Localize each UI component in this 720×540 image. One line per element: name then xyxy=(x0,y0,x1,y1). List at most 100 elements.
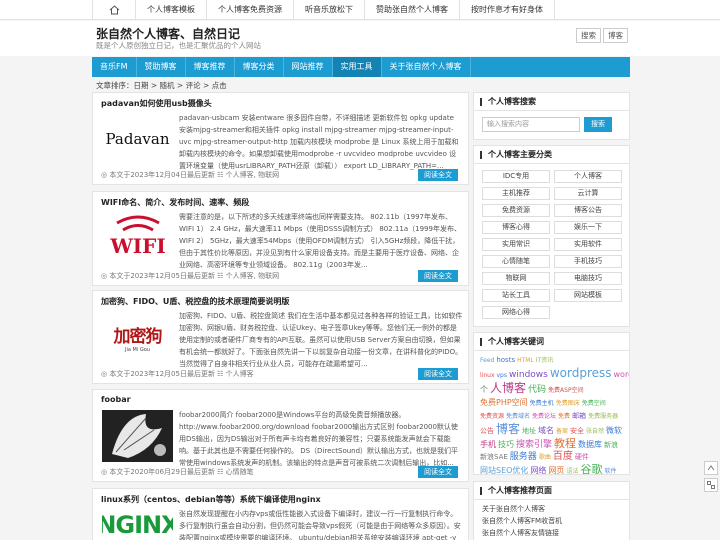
tag-link[interactable]: 免费资源 xyxy=(480,413,504,420)
tag-link[interactable]: IT资讯 xyxy=(536,357,553,364)
tag-link[interactable]: 域名 xyxy=(538,426,554,435)
tag-link[interactable]: 免费服务器 xyxy=(588,413,618,420)
tag-link[interactable]: 语法 xyxy=(566,468,578,474)
tag-link[interactable]: 免费PHP空间 xyxy=(480,398,528,407)
menu-item-about[interactable]: 关于张自然个人博客 xyxy=(382,57,471,77)
category-item[interactable]: 手机技巧 xyxy=(554,255,622,268)
tag-link[interactable]: wordpress插件 xyxy=(614,370,629,379)
category-item[interactable]: 心情随笔 xyxy=(482,255,550,268)
category-item[interactable]: 电脑技巧 xyxy=(554,272,622,285)
article-thumbnail[interactable]: NGINX xyxy=(102,509,173,540)
menu-item-music-fm[interactable]: 音乐FM xyxy=(92,57,137,77)
top-link-template[interactable]: 个人博客模板 xyxy=(136,0,207,20)
category-item[interactable]: 免费资源 xyxy=(482,204,550,217)
article-title[interactable]: linux系列（centos、debian等等）系统下编译使用nginx xyxy=(101,494,321,505)
category-item[interactable]: 娱乐一下 xyxy=(554,221,622,234)
category-item[interactable]: 博客心得 xyxy=(482,221,550,234)
qrcode-button[interactable] xyxy=(704,478,718,492)
read-more-button[interactable]: 阅读全文 xyxy=(418,466,458,478)
tag-link[interactable]: 手机 xyxy=(480,440,496,449)
tag-link[interactable]: 免费论坛 xyxy=(532,413,556,420)
tag-link[interactable]: 数据库 xyxy=(578,440,602,449)
top-link-free-resources[interactable]: 个人博客免费资源 xyxy=(207,0,294,20)
tag-link[interactable]: 教程 xyxy=(554,437,576,450)
category-item[interactable]: IDC专用 xyxy=(482,170,550,183)
tag-link[interactable]: 备案 xyxy=(556,428,568,435)
tag-link[interactable]: 人博客 xyxy=(490,381,526,395)
menu-item-sponsor[interactable]: 赞助博客 xyxy=(137,57,186,77)
tag-link[interactable]: 地址 xyxy=(522,427,536,435)
top-link-sponsor[interactable]: 赞助张自然个人博客 xyxy=(365,0,460,20)
tag-link[interactable]: 软件 xyxy=(604,468,616,474)
tag-link[interactable]: hosts xyxy=(496,356,515,364)
sort-breadcrumb[interactable]: 文章排序：日期 > 随机 > 评论 > 点击 xyxy=(96,80,227,91)
top-link-health[interactable]: 按时作息才有好身体 xyxy=(460,0,555,20)
tag-link[interactable]: 安全 xyxy=(570,427,584,435)
tag-link[interactable]: 博客 xyxy=(496,422,520,436)
tag-link[interactable]: 搜索引擎 xyxy=(516,440,552,450)
tag-link[interactable]: 网站SEO优化 xyxy=(480,466,528,474)
category-item[interactable]: 站长工具 xyxy=(482,289,550,302)
tag-link[interactable]: 网络 xyxy=(530,466,546,474)
tag-link[interactable]: wordpress xyxy=(550,366,612,380)
article-thumbnail[interactable]: Padavan xyxy=(102,113,173,165)
category-item[interactable]: 网络心得 xyxy=(482,306,550,319)
tag-link[interactable]: 谷歌 xyxy=(580,463,602,475)
menu-item-recommend[interactable]: 博客推荐 xyxy=(186,57,235,77)
tag-link[interactable]: 服务器 xyxy=(510,452,537,462)
tag-link[interactable]: linux xyxy=(480,372,495,379)
tag-link[interactable]: HTML xyxy=(517,357,534,364)
tag-link[interactable]: 个 xyxy=(480,385,488,394)
search-input[interactable]: 输入搜索内容 xyxy=(482,117,580,132)
header-search-button[interactable]: 搜索 xyxy=(576,28,601,43)
tag-link[interactable]: 免费图床 xyxy=(556,400,580,407)
tag-link[interactable]: 百度 xyxy=(553,451,573,462)
category-item[interactable]: 云计算 xyxy=(554,187,622,200)
read-more-button[interactable]: 阅读全文 xyxy=(418,169,458,181)
article-title[interactable]: 加密狗、FIDO、U盾、税控盘的技术原理简要说明版 xyxy=(101,296,289,307)
category-item[interactable]: 博客公告 xyxy=(554,204,622,217)
tag-link[interactable]: Feed xyxy=(480,357,494,364)
menu-item-categories[interactable]: 博客分类 xyxy=(235,57,284,77)
tag-link[interactable]: 硬件 xyxy=(575,453,589,461)
article-title[interactable]: WIFI命名、简介、发布时间、速率、频段 xyxy=(101,197,249,208)
tag-link[interactable]: 邮箱 xyxy=(572,412,586,420)
tag-link[interactable]: 新浪SAE xyxy=(480,453,508,461)
home-button[interactable] xyxy=(92,0,136,20)
tag-link[interactable]: 免费ASP空间 xyxy=(548,387,584,394)
category-item[interactable]: 实用软件 xyxy=(554,238,622,251)
article-thumbnail[interactable] xyxy=(102,410,173,462)
tag-link[interactable]: 代码 xyxy=(528,385,546,395)
article-title[interactable]: foobar xyxy=(101,395,131,404)
article-thumbnail[interactable]: 加密狗 Jia Mi Gou xyxy=(102,311,173,363)
tag-link[interactable]: 张自然 xyxy=(586,428,604,435)
category-item[interactable]: 个人博客 xyxy=(554,170,622,183)
category-item[interactable]: 网站模板 xyxy=(554,289,622,302)
tag-link[interactable]: 技巧 xyxy=(498,440,514,449)
top-link-music[interactable]: 听音乐放松下 xyxy=(294,0,365,20)
back-to-top-button[interactable] xyxy=(704,461,718,475)
tag-link[interactable]: 网页 xyxy=(548,466,564,474)
category-item[interactable]: 实用常识 xyxy=(482,238,550,251)
tag-link[interactable]: 免费 xyxy=(558,413,570,420)
header-blog-button[interactable]: 博客 xyxy=(603,28,628,43)
tag-link[interactable]: 新浪 xyxy=(604,441,618,449)
recommended-page-link[interactable]: 张自然个人博客FM收音机 xyxy=(482,515,562,527)
search-button[interactable]: 搜索 xyxy=(584,117,612,132)
tag-link[interactable]: 免费空间 xyxy=(582,400,606,407)
read-more-button[interactable]: 阅读全文 xyxy=(418,270,458,282)
category-item[interactable]: 主机推荐 xyxy=(482,187,550,200)
category-item[interactable]: 物联网 xyxy=(482,272,550,285)
read-more-button[interactable]: 阅读全文 xyxy=(418,368,458,380)
menu-item-sites[interactable]: 网站推荐 xyxy=(284,57,333,77)
tag-link[interactable]: 免费主机 xyxy=(530,400,554,407)
tag-link[interactable]: 公告 xyxy=(480,427,494,435)
tag-link[interactable]: vps xyxy=(497,372,508,379)
article-title[interactable]: padavan如何使用usb摄像头 xyxy=(101,98,212,109)
recommended-page-link[interactable]: 张自然个人博客友情链接 xyxy=(482,527,562,539)
tag-link[interactable]: 微软 xyxy=(606,426,622,435)
menu-item-tools[interactable]: 实用工具 xyxy=(332,57,382,77)
tag-link[interactable]: windows xyxy=(509,370,548,380)
tag-link[interactable]: 免费域名 xyxy=(506,413,530,420)
tag-link[interactable]: 歌曲 xyxy=(539,454,551,461)
